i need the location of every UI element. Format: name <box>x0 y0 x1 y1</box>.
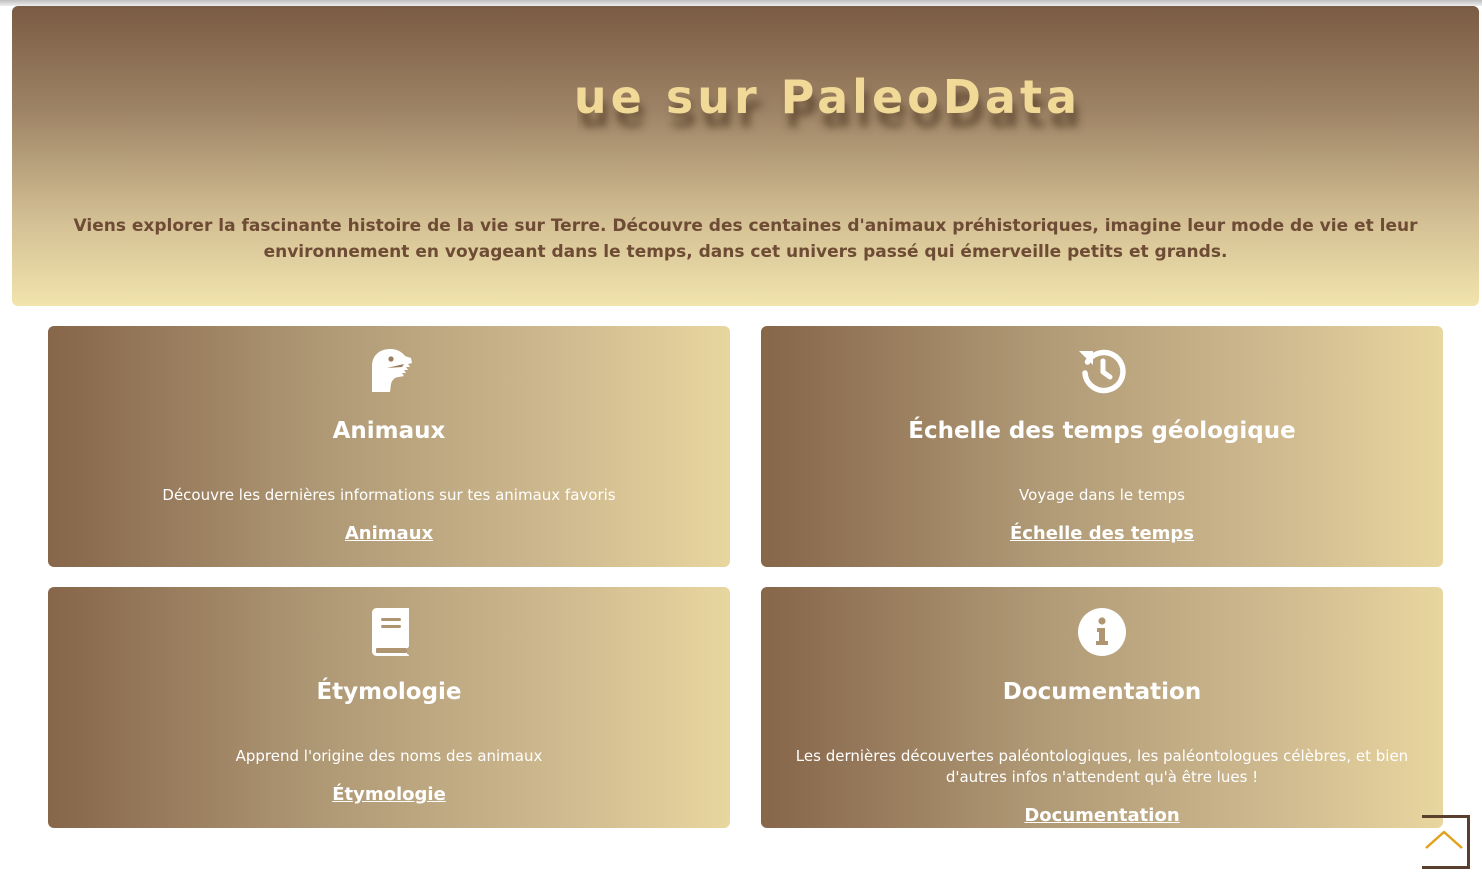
card-title: Échelle des temps géologique <box>908 418 1296 444</box>
card-echelle-des-temps: Échelle des temps géologique Voyage dans… <box>761 326 1443 567</box>
card-title: Documentation <box>1002 679 1202 705</box>
back-to-top-button[interactable] <box>1422 815 1470 869</box>
card-description: Les dernières découvertes paléontologiqu… <box>795 747 1409 786</box>
etymologie-link[interactable]: Étymologie <box>48 784 730 805</box>
card-documentation: Documentation Les dernières découvertes … <box>761 587 1443 828</box>
card-animaux: Animaux Découvre les dernières informati… <box>48 326 730 567</box>
chevron-up-icon <box>1425 830 1463 849</box>
card-title: Étymologie <box>316 679 462 705</box>
info-icon <box>1077 607 1127 657</box>
echelle-des-temps-link[interactable]: Échelle des temps <box>761 523 1443 544</box>
card-etymologie: Étymologie Apprend l'origine des noms de… <box>48 587 730 828</box>
documentation-link[interactable]: Documentation <box>761 805 1443 826</box>
dinosaur-icon <box>364 346 414 396</box>
hero-subtitle: Viens explorer la fascinante histoire de… <box>73 216 1418 262</box>
card-description: Apprend l'origine des noms des animaux <box>235 747 543 765</box>
card-description: Découvre les dernières informations sur … <box>162 486 616 504</box>
history-icon <box>1077 346 1127 396</box>
animaux-link[interactable]: Animaux <box>48 523 730 544</box>
card-description: Voyage dans le temps <box>1019 486 1185 504</box>
book-icon <box>364 607 414 657</box>
hero-title-marquee: Bienvenue sur PaleoData <box>577 70 1097 140</box>
page-title: Bienvenue sur PaleoData <box>577 70 1081 124</box>
hero-banner: Bienvenue sur PaleoData Viens explorer l… <box>12 6 1479 306</box>
card-title: Animaux <box>332 418 446 444</box>
